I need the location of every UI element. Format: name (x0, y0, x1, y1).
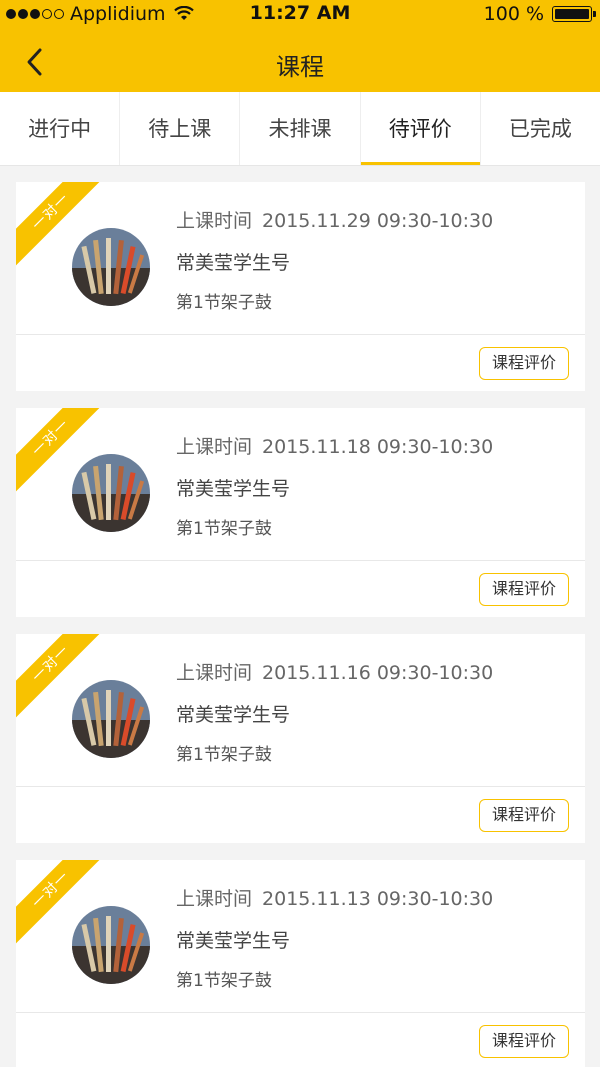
student-name: 常美莹学生号 (176, 252, 291, 274)
lesson-time: 上课时间 2015.11.29 09:30-10:30 (176, 206, 493, 236)
page-title: 课程 (276, 53, 324, 81)
student-name: 常美莹学生号 (176, 704, 291, 726)
tab-completed[interactable]: 已完成 (481, 92, 600, 165)
lesson-card: 一对一 上课时间 2015.11.13 09:30-10:30 常美莹学生号 第1… (16, 860, 585, 1067)
divider (16, 786, 585, 787)
lesson-name: 第1节架子鼓 (176, 971, 272, 991)
avatar (72, 906, 150, 984)
tab-bar: 进行中 待上课 未排课 待评价 已完成 (0, 92, 600, 166)
lesson-time-label: 上课时间 (176, 436, 253, 458)
status-bar: Applidium 11:27 AM 100 % (0, 0, 600, 28)
lesson-time-value: 2015.11.16 09:30-10:30 (262, 662, 494, 684)
divider (16, 1012, 585, 1013)
rate-course-button[interactable]: 课程评价 (479, 799, 569, 832)
lesson-name: 第1节架子鼓 (176, 293, 272, 313)
lesson-time-label: 上课时间 (176, 888, 253, 910)
avatar (72, 454, 150, 532)
lesson-card: 一对一 上课时间 2015.11.29 09:30-10:30 常美莹学生号 第1… (16, 182, 585, 391)
lesson-time-value: 2015.11.29 09:30-10:30 (262, 210, 494, 232)
avatar (72, 228, 150, 306)
lesson-time-value: 2015.11.18 09:30-10:30 (262, 436, 494, 458)
lesson-name: 第1节架子鼓 (176, 745, 272, 765)
divider (16, 334, 585, 335)
lesson-list: 一对一 上课时间 2015.11.29 09:30-10:30 常美莹学生号 第1… (16, 182, 585, 1067)
rate-course-button[interactable]: 课程评价 (479, 347, 569, 380)
lesson-time: 上课时间 2015.11.16 09:30-10:30 (176, 658, 493, 688)
student-name: 常美莹学生号 (176, 930, 291, 952)
battery-icon (552, 6, 596, 22)
rate-course-button[interactable]: 课程评价 (479, 1025, 569, 1058)
lesson-time: 上课时间 2015.11.13 09:30-10:30 (176, 884, 493, 914)
lesson-time-label: 上课时间 (176, 210, 253, 232)
status-right: 100 % (483, 3, 596, 25)
divider (16, 560, 585, 561)
lesson-time-label: 上课时间 (176, 662, 253, 684)
battery-percent: 100 % (483, 3, 544, 25)
lesson-time: 上课时间 2015.11.18 09:30-10:30 (176, 432, 493, 462)
tab-in-progress[interactable]: 进行中 (0, 92, 121, 165)
rate-course-button[interactable]: 课程评价 (479, 573, 569, 606)
tab-unscheduled[interactable]: 未排课 (240, 92, 361, 165)
avatar (72, 680, 150, 758)
lesson-time-value: 2015.11.13 09:30-10:30 (262, 888, 494, 910)
lesson-card: 一对一 上课时间 2015.11.18 09:30-10:30 常美莹学生号 第1… (16, 408, 585, 617)
tab-upcoming[interactable]: 待上课 (120, 92, 241, 165)
nav-bar: 课程 (0, 28, 600, 92)
tab-pending-review[interactable]: 待评价 (360, 92, 481, 165)
student-name: 常美莹学生号 (176, 478, 291, 500)
lesson-card: 一对一 上课时间 2015.11.16 09:30-10:30 常美莹学生号 第1… (16, 634, 585, 843)
lesson-name: 第1节架子鼓 (176, 519, 272, 539)
